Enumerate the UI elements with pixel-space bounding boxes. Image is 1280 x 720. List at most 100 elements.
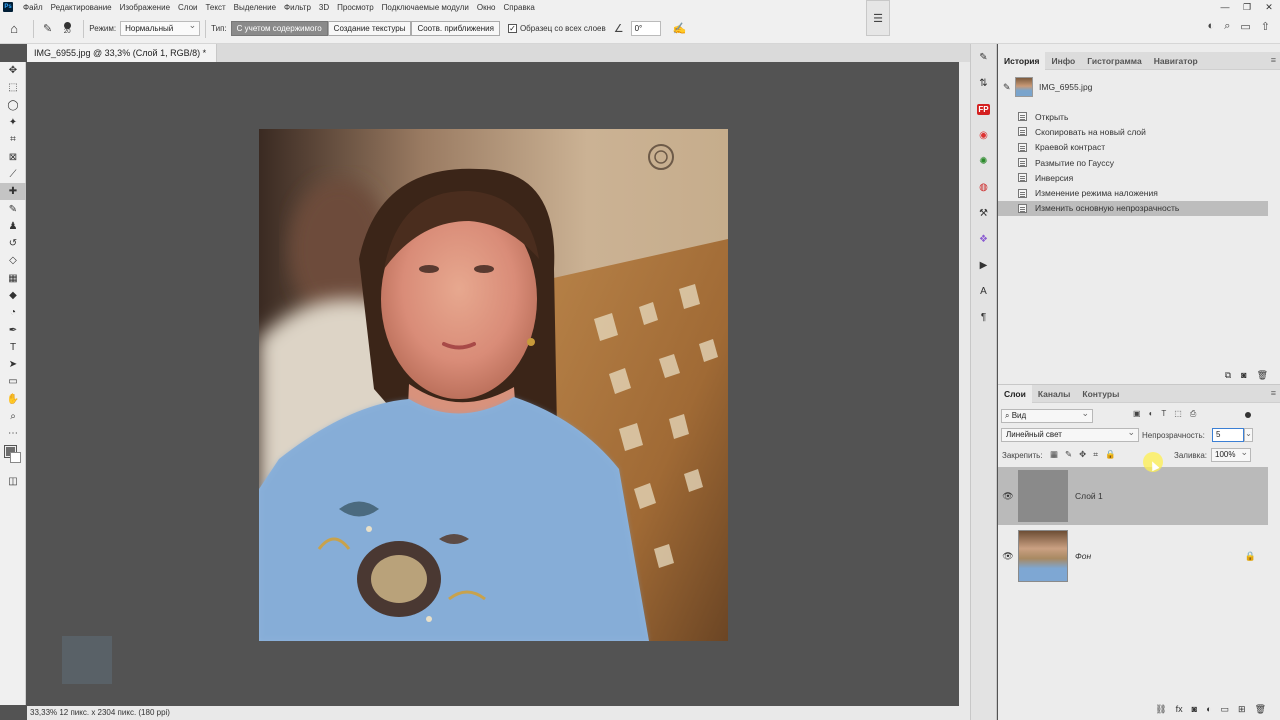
- hand-tool-icon[interactable]: ✋: [0, 391, 26, 408]
- new-layer-icon[interactable]: ⊞: [1238, 704, 1246, 715]
- layer-row-selected[interactable]: 👁 Слой 1: [998, 467, 1268, 525]
- history-step[interactable]: Скопировать на новый слой: [998, 124, 1268, 139]
- gradient-tool-icon[interactable]: ▦: [0, 270, 26, 287]
- lock-artboard-icon[interactable]: ⌗: [1093, 449, 1098, 460]
- clone-stamp-tool-icon[interactable]: ♟: [0, 218, 26, 235]
- menu-filter[interactable]: Фильтр: [280, 3, 315, 12]
- new-document-from-state-icon[interactable]: ⧉: [1225, 370, 1231, 381]
- blur-tool-icon[interactable]: ◆: [0, 287, 26, 304]
- healing-brush-tool-icon[interactable]: ✚: [0, 183, 26, 201]
- history-snapshot[interactable]: ✎ IMG_6955.jpg: [1003, 75, 1273, 99]
- crop-tool-icon[interactable]: ⌗: [0, 131, 26, 148]
- brush-tool-icon[interactable]: ✎: [0, 200, 26, 217]
- snapshot-camera-icon[interactable]: ◙: [1241, 370, 1246, 381]
- shape-filter-icon[interactable]: ⬚: [1174, 409, 1182, 419]
- rectangle-tool-icon[interactable]: ▭: [0, 373, 26, 390]
- menu-view[interactable]: Просмотр: [333, 3, 378, 12]
- marquee-tool-icon[interactable]: ⬚: [0, 79, 26, 96]
- history-brush-source-icon[interactable]: ✎: [1003, 82, 1013, 93]
- tab-navigator[interactable]: Навигатор: [1148, 52, 1204, 70]
- blend-mode-select[interactable]: Линейный свет: [1001, 426, 1139, 442]
- maximize-button[interactable]: ❐: [1236, 0, 1258, 14]
- new-group-icon[interactable]: ▭: [1221, 704, 1230, 715]
- dodge-tool-icon[interactable]: ◔: [0, 304, 26, 321]
- character-icon[interactable]: A: [971, 278, 996, 304]
- tool-plugin-icon[interactable]: ⚒: [971, 200, 996, 226]
- menu-edit[interactable]: Редактирование: [47, 3, 116, 12]
- eraser-tool-icon[interactable]: ◇: [0, 252, 26, 269]
- zoom-tool-icon[interactable]: ⌕: [0, 408, 26, 425]
- menu-select[interactable]: Выделение: [230, 3, 280, 12]
- menu-plugins[interactable]: Подключаемые модули: [378, 3, 473, 12]
- trash-icon[interactable]: 🗑: [1255, 704, 1266, 715]
- brush-settings-icon[interactable]: ✎: [971, 44, 996, 70]
- color-wheel-icon[interactable]: ✺: [971, 148, 996, 174]
- menu-window[interactable]: Окно: [473, 3, 500, 12]
- search-icon[interactable]: ⌕: [1224, 20, 1230, 33]
- adjustment-layer-icon[interactable]: ◐: [1206, 704, 1211, 715]
- layer-row[interactable]: 👁 Фон 🔒: [998, 527, 1268, 585]
- layer-style-icon[interactable]: fx: [1176, 704, 1183, 715]
- adjust-icon[interactable]: ⇅: [971, 70, 996, 96]
- tab-channels[interactable]: Каналы: [1032, 385, 1077, 403]
- layer-name[interactable]: Слой 1: [1075, 491, 1103, 501]
- sample-all-layers-checkbox[interactable]: ✓: [507, 24, 517, 33]
- type-content-aware-button[interactable]: С учетом содержимого: [230, 21, 328, 36]
- filter-toggle-icon[interactable]: [1245, 412, 1251, 418]
- tab-info[interactable]: Инфо: [1045, 52, 1081, 70]
- document-tab[interactable]: IMG_6955.jpg @ 33,3% (Слой 1, RGB/8) *: [27, 44, 218, 62]
- circle-plugin-icon[interactable]: ◉: [971, 122, 996, 148]
- layer-name[interactable]: Фон: [1075, 551, 1091, 561]
- floating-settings-icon[interactable]: ☰: [866, 0, 890, 36]
- home-icon[interactable]: ⌂: [0, 21, 28, 36]
- type-proximity-match-button[interactable]: Соотв. приближения: [411, 21, 500, 36]
- smart-object-filter-icon[interactable]: ⎙: [1190, 409, 1196, 419]
- tab-histogram[interactable]: Гистограмма: [1081, 52, 1147, 70]
- type-tool-icon[interactable]: T: [0, 339, 26, 356]
- visibility-eye-icon[interactable]: 👁: [998, 491, 1018, 502]
- record-plugin-icon[interactable]: ◍: [971, 174, 996, 200]
- close-window-button[interactable]: ✕: [1258, 0, 1280, 14]
- history-step[interactable]: Открыть: [998, 109, 1268, 124]
- play-actions-icon[interactable]: ▶: [971, 252, 996, 278]
- history-step-selected[interactable]: Изменить основную непрозрачность: [998, 200, 1268, 217]
- lock-all-icon[interactable]: 🔒: [1105, 449, 1116, 460]
- fp-plugin-icon[interactable]: FP: [971, 96, 996, 122]
- move-tool-icon[interactable]: ✥: [0, 62, 26, 79]
- history-step[interactable]: Инверсия: [998, 170, 1268, 185]
- eyedropper-tool-icon[interactable]: ⟋: [0, 166, 26, 183]
- trash-icon[interactable]: 🗑: [1257, 370, 1268, 381]
- document-canvas[interactable]: [27, 62, 959, 706]
- lock-position-icon[interactable]: ✥: [1079, 449, 1086, 460]
- history-brush-tool-icon[interactable]: ↺: [0, 235, 26, 252]
- tab-layers[interactable]: Слои: [998, 384, 1032, 403]
- menu-image[interactable]: Изображение: [116, 3, 174, 12]
- panel-menu-icon[interactable]: ≡: [1271, 55, 1276, 65]
- opacity-dropdown-icon[interactable]: ⌄: [1244, 428, 1253, 442]
- menu-help[interactable]: Справка: [499, 3, 538, 12]
- angle-input[interactable]: 0°: [630, 21, 661, 36]
- paragraph-icon[interactable]: ¶: [971, 304, 996, 330]
- pixel-filter-icon[interactable]: ▣: [1133, 409, 1141, 419]
- menu-3d[interactable]: 3D: [315, 3, 333, 12]
- fill-input[interactable]: 100%: [1211, 446, 1251, 462]
- history-step[interactable]: Размытие по Гауссу: [998, 155, 1268, 170]
- visibility-eye-icon[interactable]: 👁: [998, 551, 1018, 562]
- add-mask-icon[interactable]: ◙: [1192, 704, 1197, 715]
- vertical-scrollbar[interactable]: [959, 62, 970, 706]
- opacity-input[interactable]: 5: [1212, 428, 1244, 442]
- adjustment-filter-icon[interactable]: ◐: [1149, 409, 1154, 419]
- background-color-swatch[interactable]: [10, 451, 21, 463]
- patterns-icon[interactable]: ❖: [971, 226, 996, 252]
- healing-brush-preset-icon[interactable]: ✎: [43, 22, 52, 35]
- panel-menu-icon[interactable]: ≡: [1271, 388, 1276, 398]
- workspace-icon[interactable]: ▭: [1240, 20, 1250, 33]
- layer-filter-select[interactable]: ⌕ Вид: [1001, 407, 1093, 423]
- more-tools-icon[interactable]: ⋯: [0, 425, 26, 442]
- menu-file[interactable]: Файл: [19, 3, 47, 12]
- quick-mask-icon[interactable]: ◫: [0, 473, 26, 490]
- frame-tool-icon[interactable]: ⊠: [0, 148, 26, 165]
- type-filter-icon[interactable]: T: [1161, 409, 1166, 419]
- brush-size-picker[interactable]: 20: [56, 22, 78, 35]
- history-step[interactable]: Краевой контраст: [998, 140, 1268, 155]
